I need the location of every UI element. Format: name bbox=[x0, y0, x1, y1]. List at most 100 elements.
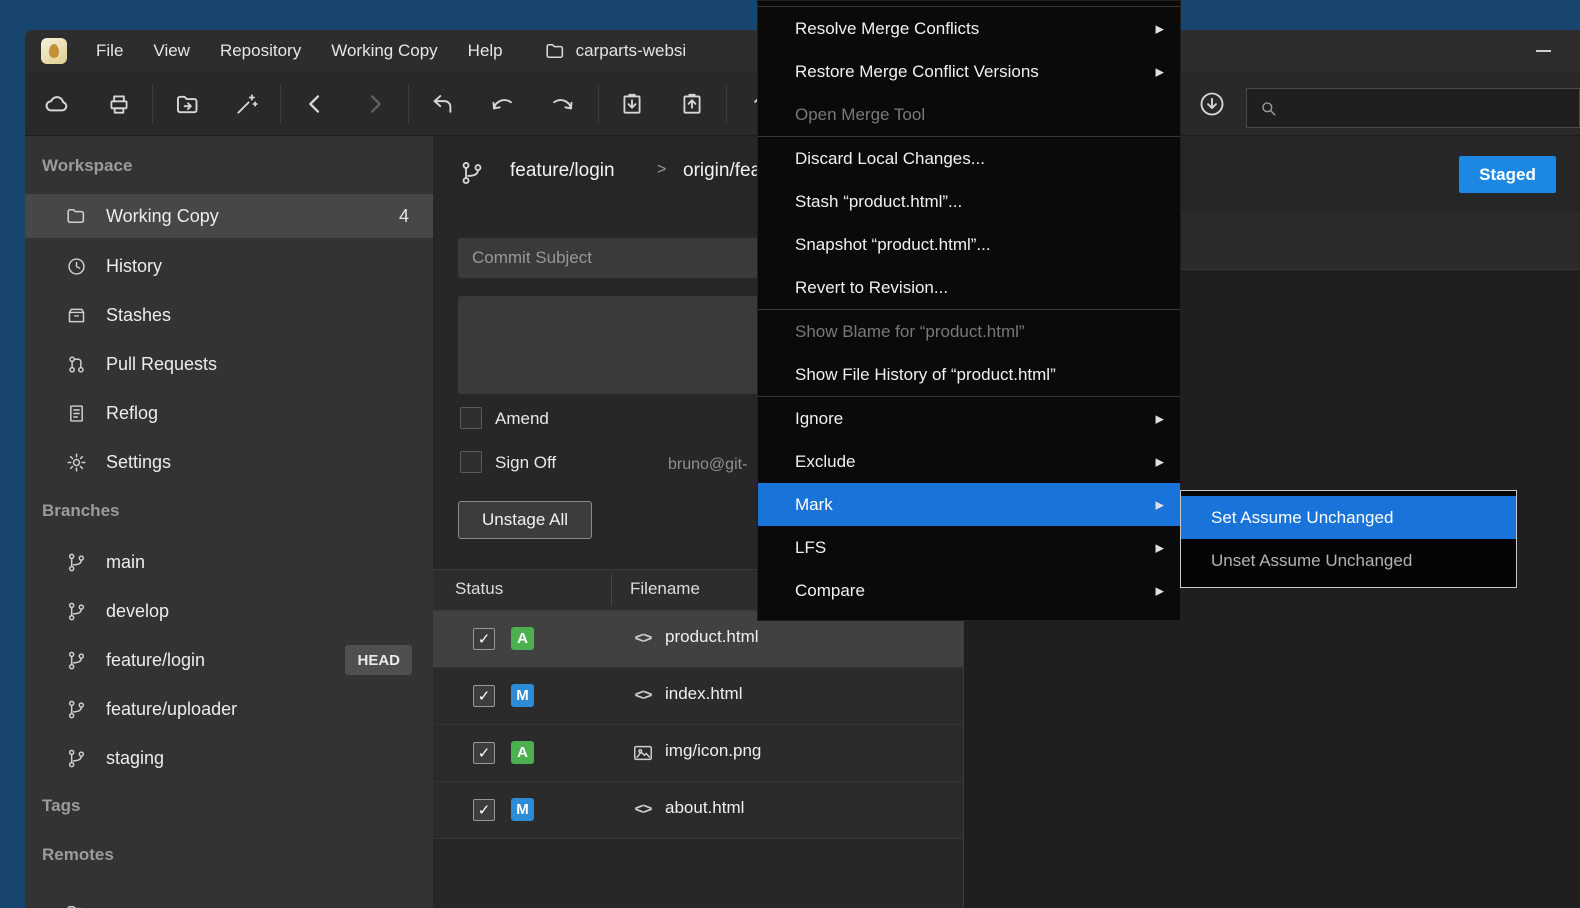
menu-item-resolve-merge-conflicts[interactable]: Resolve Merge Conflicts ▶ bbox=[758, 7, 1180, 50]
sidebar-item-history[interactable]: History bbox=[25, 242, 433, 291]
unstage-all-button[interactable]: Unstage All bbox=[458, 501, 592, 539]
forward-button[interactable] bbox=[353, 82, 397, 126]
folder-icon bbox=[65, 902, 87, 908]
status-badge: M bbox=[511, 798, 534, 821]
toolbar-divider bbox=[280, 85, 281, 123]
checkout-button[interactable] bbox=[420, 82, 464, 126]
menu-help[interactable]: Help bbox=[453, 30, 518, 72]
menu-item-exclude[interactable]: Exclude ▶ bbox=[758, 440, 1180, 483]
file-checkbox[interactable]: ✓ bbox=[473, 685, 495, 707]
printer-icon bbox=[106, 91, 132, 117]
breadcrumb-separator: > bbox=[657, 161, 666, 179]
current-branch-label[interactable]: feature/login bbox=[510, 160, 615, 182]
branch-icon bbox=[65, 699, 87, 721]
submenu-arrow-icon: ▶ bbox=[1156, 455, 1164, 468]
menu-item-mark[interactable]: Mark ▶ bbox=[758, 483, 1180, 526]
file-checkbox[interactable]: ✓ bbox=[473, 799, 495, 821]
toolbar-divider bbox=[408, 85, 409, 123]
sidebar-item-branch-feature-login[interactable]: feature/login HEAD bbox=[25, 636, 433, 685]
menu-item-restore-merge-conflict-versions[interactable]: Restore Merge Conflict Versions ▶ bbox=[758, 50, 1180, 93]
amend-label: Amend bbox=[495, 409, 549, 429]
search-icon bbox=[1259, 99, 1278, 118]
section-header-branches: Branches bbox=[42, 501, 119, 521]
menu-item-show-blame[interactable]: Show Blame for “product.html” bbox=[758, 310, 1180, 353]
menu-repository[interactable]: Repository bbox=[205, 30, 316, 72]
journal-icon bbox=[65, 403, 87, 425]
check-icon: ✓ bbox=[478, 630, 491, 648]
minimize-button[interactable] bbox=[1520, 30, 1566, 72]
column-header-status[interactable]: Status bbox=[455, 579, 503, 599]
reply-arrow-icon bbox=[429, 91, 456, 118]
toolbar-divider bbox=[726, 85, 727, 123]
clean-button[interactable] bbox=[225, 82, 269, 126]
toolbar-divider bbox=[152, 85, 153, 123]
sidebar-item-branch-main[interactable]: main bbox=[25, 538, 433, 587]
submenu-item-unset-assume-unchanged[interactable]: Unset Assume Unchanged bbox=[1181, 539, 1516, 582]
search-input[interactable] bbox=[1278, 99, 1579, 117]
menu-item-open-merge-tool[interactable]: Open Merge Tool bbox=[758, 93, 1180, 136]
download-button[interactable] bbox=[1190, 82, 1234, 126]
circle-down-arrow-icon bbox=[1198, 90, 1226, 118]
sidebar-item-reflog[interactable]: Reflog bbox=[25, 389, 433, 438]
push-button[interactable] bbox=[670, 82, 714, 126]
menu-item-show-file-history[interactable]: Show File History of “product.html” bbox=[758, 353, 1180, 396]
remote-button[interactable] bbox=[35, 82, 79, 126]
amend-checkbox[interactable] bbox=[460, 407, 482, 429]
column-divider[interactable] bbox=[611, 574, 612, 606]
section-header-tags: Tags bbox=[42, 796, 80, 816]
clock-icon bbox=[65, 256, 87, 278]
open-repo-button[interactable] bbox=[165, 82, 209, 126]
head-badge: HEAD bbox=[345, 645, 412, 675]
context-menu: Resolve Merge Conflicts ▶ Restore Merge … bbox=[757, 0, 1181, 621]
back-button[interactable] bbox=[293, 82, 337, 126]
sidebar-item-pull-requests[interactable]: Pull Requests bbox=[25, 340, 433, 389]
sidebar-item-remote[interactable] bbox=[25, 888, 433, 908]
sidebar-item-working-copy[interactable]: Working Copy 4 bbox=[25, 194, 433, 238]
search-box bbox=[1246, 88, 1580, 128]
table-row[interactable]: ✓ A img/icon.png bbox=[433, 725, 963, 782]
file-checkbox[interactable]: ✓ bbox=[473, 742, 495, 764]
table-row[interactable]: ✓ M <> about.html bbox=[433, 782, 963, 839]
sidebar-item-stashes[interactable]: Stashes bbox=[25, 291, 433, 340]
archive-box-icon bbox=[65, 305, 87, 327]
branch-icon bbox=[459, 160, 485, 186]
menu-item-lfs[interactable]: LFS ▶ bbox=[758, 526, 1180, 569]
menu-item-ignore[interactable]: Ignore ▶ bbox=[758, 397, 1180, 440]
print-button[interactable] bbox=[97, 82, 141, 126]
repo-tab[interactable]: carparts-websi bbox=[544, 40, 687, 62]
redo-button[interactable] bbox=[540, 82, 584, 126]
sign-off-checkbox[interactable] bbox=[460, 451, 482, 473]
file-checkbox[interactable]: ✓ bbox=[473, 628, 495, 650]
sign-off-email: bruno@git- bbox=[668, 456, 747, 474]
image-file-icon bbox=[630, 741, 656, 765]
submenu-arrow-icon: ▶ bbox=[1156, 541, 1164, 554]
menu-item-compare[interactable]: Compare ▶ bbox=[758, 569, 1180, 612]
minimize-icon bbox=[1536, 50, 1551, 52]
menu-item-revert-to-revision[interactable]: Revert to Revision... bbox=[758, 266, 1180, 309]
check-icon: ✓ bbox=[478, 744, 491, 762]
sidebar-item-branch-develop[interactable]: develop bbox=[25, 587, 433, 636]
menu-file[interactable]: File bbox=[81, 30, 138, 72]
menu-working-copy[interactable]: Working Copy bbox=[316, 30, 452, 72]
sidebar-item-settings[interactable]: Settings bbox=[25, 438, 433, 487]
working-copy-count-badge: 4 bbox=[399, 206, 409, 227]
menu-item-discard-local-changes[interactable]: Discard Local Changes... bbox=[758, 137, 1180, 180]
staged-view-button[interactable]: Staged bbox=[1459, 156, 1556, 193]
sidebar-item-branch-staging[interactable]: staging bbox=[25, 734, 433, 783]
menu-view[interactable]: View bbox=[138, 30, 205, 72]
menu-item-snapshot[interactable]: Snapshot “product.html”... bbox=[758, 223, 1180, 266]
undo-button[interactable] bbox=[480, 82, 524, 126]
file-name: img/icon.png bbox=[665, 741, 761, 761]
status-badge: A bbox=[511, 627, 534, 650]
chevron-right-icon bbox=[361, 90, 389, 118]
table-row[interactable]: ✓ M <> index.html bbox=[433, 668, 963, 725]
sidebar-item-branch-feature-uploader[interactable]: feature/uploader bbox=[25, 685, 433, 734]
pull-button[interactable] bbox=[610, 82, 654, 126]
menu-item-stash[interactable]: Stash “product.html”... bbox=[758, 180, 1180, 223]
column-header-filename[interactable]: Filename bbox=[630, 579, 700, 599]
submenu-item-set-assume-unchanged[interactable]: Set Assume Unchanged bbox=[1181, 496, 1516, 539]
tray-arrow-down-icon bbox=[619, 91, 645, 117]
gear-icon bbox=[65, 452, 87, 474]
tracking-branch-label[interactable]: origin/fea bbox=[683, 160, 761, 182]
chevron-left-icon bbox=[301, 90, 329, 118]
